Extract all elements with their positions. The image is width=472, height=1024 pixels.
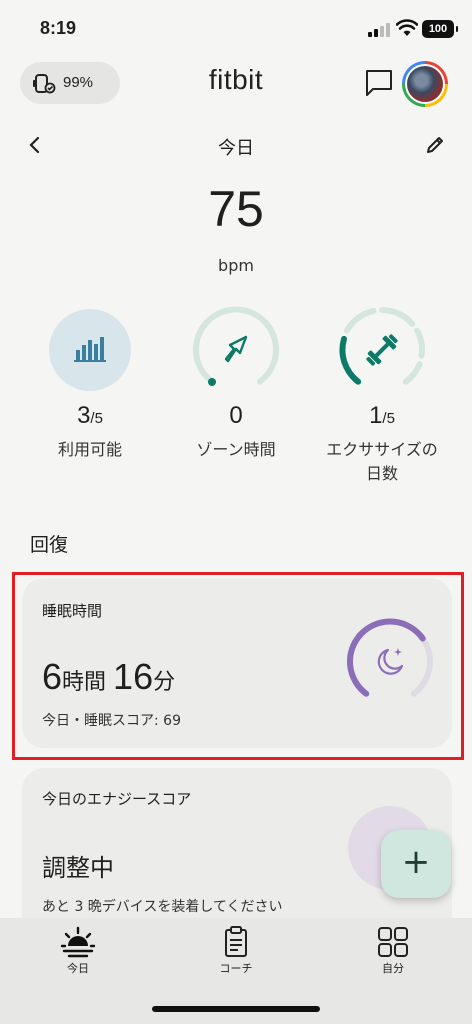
dumbbell-icon — [366, 334, 398, 366]
nav-item-coach[interactable]: コーチ — [186, 926, 286, 976]
grid-icon — [378, 927, 408, 957]
exercise-days-ring — [339, 307, 426, 385]
metric-exercise-value: 1/5 — [312, 402, 452, 430]
nav-label-today: 今日 — [67, 962, 89, 975]
metric-exercise-number: 1 — [369, 402, 383, 429]
highlight-outline — [12, 572, 464, 760]
home-indicator — [152, 1006, 320, 1012]
section-title-recovery: 回復 — [30, 534, 69, 556]
add-button[interactable]: + — [381, 830, 451, 898]
heart-rate-value: 75 — [208, 181, 264, 237]
energy-card-title: 今日のエナジースコア — [42, 790, 192, 808]
metric-readiness-number: 3 — [77, 402, 91, 429]
pencil-icon[interactable] — [424, 134, 446, 156]
metric-exercise-label-line1: エクササイズの — [326, 440, 438, 459]
energy-status: 調整中 — [42, 854, 114, 882]
signal-icon — [368, 23, 390, 37]
nav-label-you: 自分 — [382, 962, 404, 975]
avatar-photo — [405, 64, 445, 104]
battery-icon: 100 — [422, 20, 458, 38]
wifi-icon — [396, 19, 418, 36]
battery-level: 100 — [428, 23, 448, 35]
nav-item-today[interactable]: 今日 — [28, 926, 128, 976]
message-icon[interactable] — [364, 68, 394, 98]
app-logo: fitbit — [208, 64, 264, 95]
nav-item-you[interactable]: 自分 — [343, 926, 443, 976]
metric-zone-label: ゾーン時間 — [196, 440, 276, 459]
metric-readiness-value: 3/5 — [20, 402, 160, 430]
metric-readiness-label: 利用可能 — [57, 440, 122, 459]
status-time: 8:19 — [40, 18, 77, 38]
zone-arrow-icon — [224, 335, 248, 363]
metric-zone-value: 0 — [166, 402, 306, 430]
clipboard-icon — [225, 926, 247, 957]
metric-readiness-denominator: /5 — [90, 410, 103, 427]
energy-message: あと 3 晩デバイスを装着してください — [42, 899, 283, 915]
sunrise-icon — [60, 926, 96, 958]
status-bar: 8:19 100 — [0, 0, 472, 56]
metric-exercise-label-line2: 日数 — [365, 464, 398, 483]
zone-minutes-ring — [193, 306, 279, 386]
nav-label-coach: コーチ — [219, 962, 253, 975]
metric-exercise-label: エクササイズの 日数 — [302, 438, 462, 486]
metric-exercise-denominator: /5 — [382, 410, 395, 427]
readiness-badge — [49, 309, 131, 391]
day-title: 今日 — [218, 138, 254, 159]
heart-rate-unit: bpm — [218, 256, 254, 275]
metric-zone-number: 0 — [229, 402, 243, 429]
avatar[interactable] — [402, 61, 448, 107]
